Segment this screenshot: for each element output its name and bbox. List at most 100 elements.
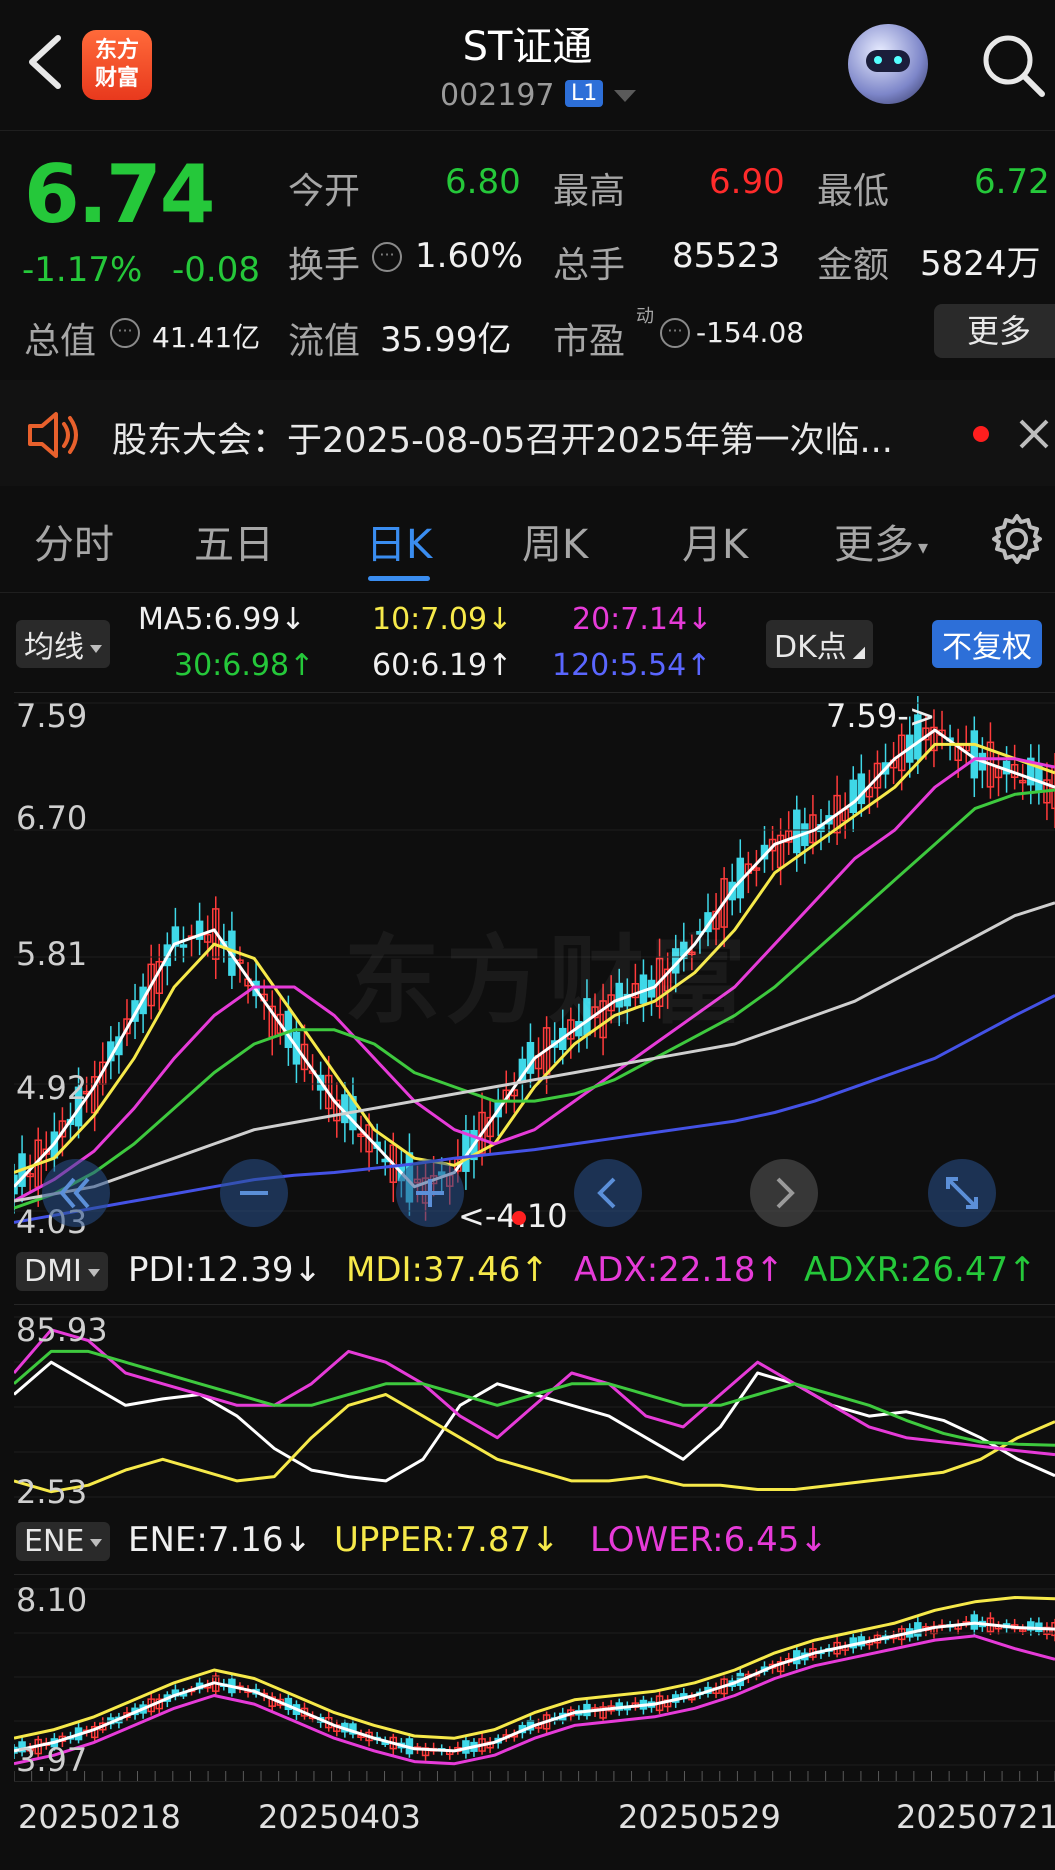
dmi-indicator-select[interactable]: DMI [16, 1252, 108, 1291]
candle [583, 1698, 591, 1720]
candle [526, 1714, 535, 1735]
info-icon[interactable]: ··· [110, 318, 140, 348]
candle [171, 1684, 180, 1701]
y-tick: 5.81 [16, 935, 88, 973]
amount-label: 金额 [817, 245, 890, 286]
dk-point-toggle[interactable]: DK点 ◢ [766, 620, 874, 668]
high-label: 最高 [553, 171, 626, 212]
candle [1010, 744, 1019, 790]
y-tick: 6.70 [16, 799, 88, 837]
dk-signal-dot[interactable] [512, 1211, 526, 1225]
expand-icon [946, 1177, 978, 1209]
candle [187, 924, 196, 957]
ene-indicator-select[interactable]: ENE [16, 1522, 111, 1561]
dmi-indicator-label: DMI [24, 1254, 82, 1289]
tab-daily-k[interactable]: 日K [366, 512, 432, 570]
candle [914, 1617, 922, 1641]
scroll-start-button[interactable] [42, 1159, 110, 1227]
pe-label: 市盈 [553, 321, 626, 362]
candle [268, 1692, 276, 1712]
volume-label: 总手 [553, 245, 626, 286]
watermark: 东方财富 [344, 925, 752, 1037]
candle-body [284, 1010, 293, 1048]
plus-icon [416, 1179, 444, 1207]
x-date: 20250218 [18, 1798, 181, 1836]
chevron-left-icon [597, 1177, 616, 1209]
candle [599, 1701, 607, 1724]
dmi-chart[interactable]: 85.93 2.53 [14, 1304, 1055, 1511]
tab-more-label: 更多 [834, 522, 914, 568]
adjust-toggle[interactable]: 不复权 [932, 620, 1042, 668]
stock-code[interactable]: 002197 [440, 78, 555, 113]
candle [1043, 1622, 1051, 1640]
zoom-out-button[interactable] [220, 1159, 288, 1227]
ma-indicator-select[interactable]: 均线 [16, 620, 110, 668]
candle-body [849, 779, 858, 813]
active-tab-indicator [368, 576, 430, 581]
candle [195, 902, 204, 956]
speaker-icon [28, 412, 78, 458]
ene-chart-svg [14, 1588, 1055, 1781]
chevron-down-icon[interactable] [614, 90, 636, 102]
more-quote-button[interactable]: 更多 [934, 304, 1055, 358]
pe-value: -154.08 [696, 316, 805, 349]
y-tick: 85.93 [16, 1311, 108, 1349]
ma10-label: 10:7.09↓ [372, 602, 513, 637]
tab-weekly-k[interactable]: 周K [522, 512, 588, 570]
candle [446, 1746, 454, 1760]
tab-monthly-k[interactable]: 月K [682, 512, 748, 570]
ma60-label: 60:6.19↑ [372, 648, 513, 683]
ma30-label: 30:6.98↑ [174, 648, 315, 683]
candle-body [970, 730, 979, 779]
y-tick: 3.97 [16, 1741, 88, 1779]
mktcap-value: 41.41亿 [152, 321, 261, 354]
series-line-pdi [14, 1360, 1055, 1483]
series-line-upper [14, 1596, 1055, 1740]
lower-label: LOWER:6.45↓ [590, 1520, 828, 1560]
ma120-label: 120:5.54↑ [552, 648, 712, 683]
candle [631, 1697, 640, 1711]
candle-body [179, 944, 188, 948]
chevron-right-icon [776, 1177, 795, 1209]
upper-label: UPPER:7.87↓ [334, 1520, 560, 1560]
mktcap-label: 总值 [24, 321, 97, 362]
ene-chart[interactable]: 8.10 3.97 [14, 1574, 1055, 1782]
caret-down-icon [90, 1538, 103, 1547]
candle [930, 1621, 938, 1639]
notice-bar[interactable]: 股东大会：于2025-08-05召开2025年第一次临... [0, 380, 1055, 486]
fullscreen-button[interactable] [928, 1159, 996, 1227]
close-icon[interactable] [1018, 418, 1050, 450]
candle [421, 1742, 430, 1761]
tab-more[interactable]: 更多 ▾ [834, 512, 928, 570]
candle [857, 1631, 866, 1650]
info-icon[interactable]: ··· [372, 242, 402, 272]
notice-text[interactable]: 股东大会：于2025-08-05召开2025年第一次临... [112, 412, 893, 463]
candle [833, 775, 841, 845]
info-icon[interactable]: ··· [660, 318, 690, 348]
scroll-left-button[interactable] [574, 1159, 642, 1227]
candle [994, 1621, 1003, 1635]
adx-label: ADX:22.18↑ [574, 1250, 785, 1290]
tab-five-day[interactable]: 五日 [194, 512, 274, 570]
kline-chart[interactable]: 东方财富 7.59 6.70 5.81 4.92 4.03 7.59-> <-4… [14, 692, 1055, 1241]
search-icon[interactable] [980, 32, 1046, 98]
open-label: 今开 [288, 171, 361, 212]
dmi-chart-svg [14, 1316, 1055, 1498]
last-price: 6.74 [24, 148, 215, 241]
caret-down-icon [90, 644, 102, 653]
assistant-robot-icon[interactable] [848, 24, 928, 104]
candle [333, 1082, 341, 1138]
settings-gear-icon[interactable] [990, 512, 1044, 566]
caret-down-icon [87, 1268, 100, 1277]
zoom-in-button[interactable] [396, 1159, 464, 1227]
scroll-right-button[interactable] [750, 1159, 818, 1227]
level1-badge[interactable]: L1 [565, 80, 604, 107]
low-value: 6.72 [974, 162, 1050, 202]
tab-intraday[interactable]: 分时 [34, 512, 114, 570]
candle [663, 1695, 672, 1712]
low-label: 最低 [817, 171, 890, 212]
amount-value: 5824万 [920, 244, 1041, 284]
float-value: 35.99亿 [380, 320, 512, 360]
ma5-label: MA5:6.99↓ [138, 602, 306, 637]
candle [986, 722, 995, 799]
